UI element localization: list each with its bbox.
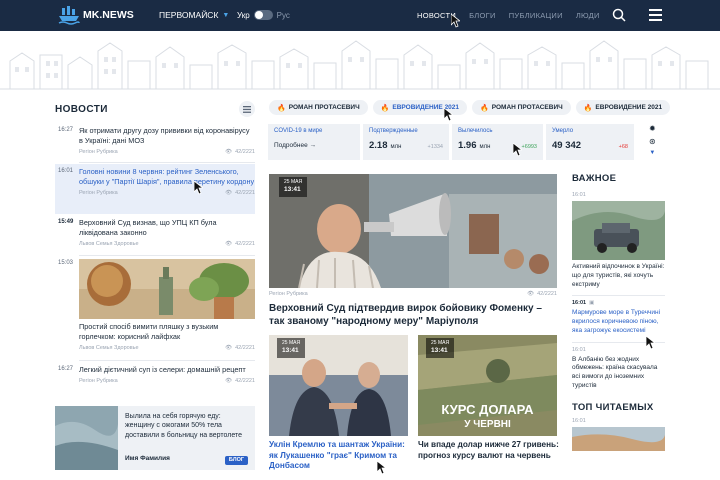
news-time: 16:27 [58,366,74,372]
list-icon[interactable] [239,101,255,117]
covid-recovered: Вылечилось 1.96 млн +6993 [452,124,543,160]
city-skyline-banner [0,31,720,95]
nav-publications[interactable]: ПУБЛИКАЦИИ [509,11,563,20]
list-item[interactable]: 15:49 Верховний Суд визнав, що УПЦ КП бу… [55,218,255,249]
mouse-cursor [451,14,460,28]
news-meta: Львов Семья Здоровье 👁 42/2221 [79,345,255,352]
blog-author[interactable]: Имя Фамилия [125,455,170,464]
news-time: 15:03 [58,260,74,266]
top-header: MK.NEWS ПЕРВОМАЙСК ▼ Укр Рус НОВОСТИ БЛО… [0,0,720,31]
blog-title[interactable]: Вылила на себя горячую еду: женщину с ож… [125,412,248,440]
lang-rus[interactable]: Рус [277,11,290,20]
important-text[interactable]: Мармурове море в Туреччині вкрилося кори… [572,309,665,335]
important-image-jeep[interactable] [572,201,665,260]
important-meta: 16:01 [572,192,586,198]
site-logo[interactable]: MK.NEWS [58,5,134,25]
news-title[interactable]: Як отримати другу дозу прививки від коро… [79,126,255,146]
top-nav: НОВОСТИ БЛОГИ ПУБЛИКАЦИИ ЛЮДИ [417,11,600,20]
news-time: 16:27 [58,127,74,133]
card2-title[interactable]: Уклін Кремлю та шантаж України: як Лукаш… [269,440,414,472]
list-item[interactable]: 15:03 Простий спосіб вимити пляшку з вуз… [55,259,255,353]
eye-icon: 👁 [527,291,535,297]
dollar-overlay-1: КУРС ДОЛАРА [441,402,534,417]
news-title[interactable]: Простий спосіб вимити пляшку з вузьким г… [79,322,255,342]
sidebar-header: НОВОСТИ [55,100,255,118]
covid-title-box[interactable]: COVID-19 в мире Подробнее → [268,124,360,160]
news-time: 15:49 [58,219,74,225]
top-read-title: ТОП ЧИТАЕМЫХ [572,401,654,413]
news-meta: Регіон Рубрика 👁 42/2221 [79,378,255,385]
news-image-lukashenko[interactable]: 25 МАЯ 13:41 [269,335,408,436]
news-image-bottle[interactable] [79,259,255,319]
list-item[interactable]: 16:01 Головні новини 8 червня: рейтинг З… [55,164,255,214]
eye-icon: 👁 [225,345,233,352]
eye-icon: 👁 [225,149,233,156]
ship-logo-icon [58,6,80,25]
fire-icon: 🔥 [380,104,390,112]
top-image[interactable] [572,426,665,451]
list-item[interactable]: 16:27 Як отримати другу дозу прививки ві… [55,126,255,157]
tag-chip[interactable]: 🔥 РОМАН ПРОТАСЕВИЧ [472,100,571,115]
menu-icon[interactable] [649,9,662,24]
main-news-image[interactable]: 25 МАЯ 13:41 [269,174,557,288]
important-meta: 16:01 ▣ [572,300,595,307]
mouse-cursor [444,108,453,122]
camera-icon: ▣ [589,300,595,307]
main-news-title[interactable]: Верховний Суд підтвердив вирок бойовику … [269,302,557,328]
logo-text: MK.NEWS [83,9,134,21]
top-meta: 16:01 [572,417,586,424]
lang-ukr[interactable]: Укр [237,11,250,20]
covid-more-link[interactable]: Подробнее → [274,142,354,149]
news-title[interactable]: Легкий дієтичний суп із селери: домашній… [79,365,255,375]
eye-icon: 👁 [225,378,233,385]
news-image-dollar[interactable]: 25 МАЯ 13:41 КУРС ДОЛАРА У ЧЕРВНІ [418,335,557,436]
mouse-cursor [194,181,203,195]
news-title[interactable]: Головні новини 8 червня: рейтинг Зеленсь… [79,167,255,187]
news-meta: Регіон Рубрика 👁 42/2221 [79,190,255,197]
covid-title: COVID-19 в мире [274,128,323,134]
mouse-cursor [513,143,522,157]
eye-icon: 👁 [225,190,233,197]
blog-badge: БЛОГ [224,455,248,465]
important-title: ВАЖНОЕ [572,173,617,184]
main-date-badge: 25 МАЯ 13:41 [279,177,308,197]
fire-icon: 🔥 [480,104,489,112]
dollar-overlay-2: У ЧЕРВНІ [464,419,511,430]
main-news-meta: Регіон Рубрика 👁 42/2221 [269,291,557,297]
news-sidebar: НОВОСТИ 16:27 Як отримати другу дозу при… [55,100,255,470]
card3-title[interactable]: Чи впаде долар нижче 27 гривень: прогноз… [418,440,563,461]
important-text[interactable]: В Албанію без жодних обмежень: країна ск… [572,356,665,391]
list-item[interactable]: 16:27 Легкий дієтичний суп із селери: до… [55,365,255,386]
fire-icon: 🔥 [277,104,286,112]
nav-people[interactable]: ЛЮДИ [576,11,600,20]
chevron-down-icon: ▼ [222,11,230,19]
news-meta: Регіон Рубрика 👁 42/2221 [79,149,255,156]
sidebar-title: НОВОСТИ [55,103,108,115]
news-time: 16:01 [58,168,74,174]
language-switch[interactable]: Укр Рус [237,10,290,20]
news-title[interactable]: Верховний Суд визнав, що УПЦ КП була лік… [79,218,255,238]
blog-card[interactable]: Вылила на себя горячую еду: женщину с ож… [55,406,255,470]
lang-toggle[interactable] [253,10,273,20]
covid-confirmed: Подтвержденные 2.18 млн +1334 [363,124,449,160]
mouse-cursor [377,461,386,475]
card3-date-badge: 25 МАЯ 13:41 [426,338,455,358]
important-column: ВАЖНОЕ 16:01 Активний відпочинок в Украї… [572,100,665,451]
city-label: ПЕРВОМАЙСК [159,10,219,20]
news-meta: Львов Семья Здоровье 👁 42/2221 [79,241,255,248]
tag-chip[interactable]: 🔥 РОМАН ПРОТАСЕВИЧ [269,100,368,115]
eye-icon: 👁 [225,241,233,248]
search-icon[interactable] [612,8,626,22]
city-selector[interactable]: ПЕРВОМАЙСК ▼ [159,10,229,20]
card2-date-badge: 25 МАЯ 13:41 [277,338,306,358]
nav-blogs[interactable]: БЛОГИ [469,11,496,20]
blog-image [55,406,118,470]
important-text[interactable]: Активний відпочинок в Україні: що для ту… [572,263,665,289]
mouse-cursor [646,336,655,350]
